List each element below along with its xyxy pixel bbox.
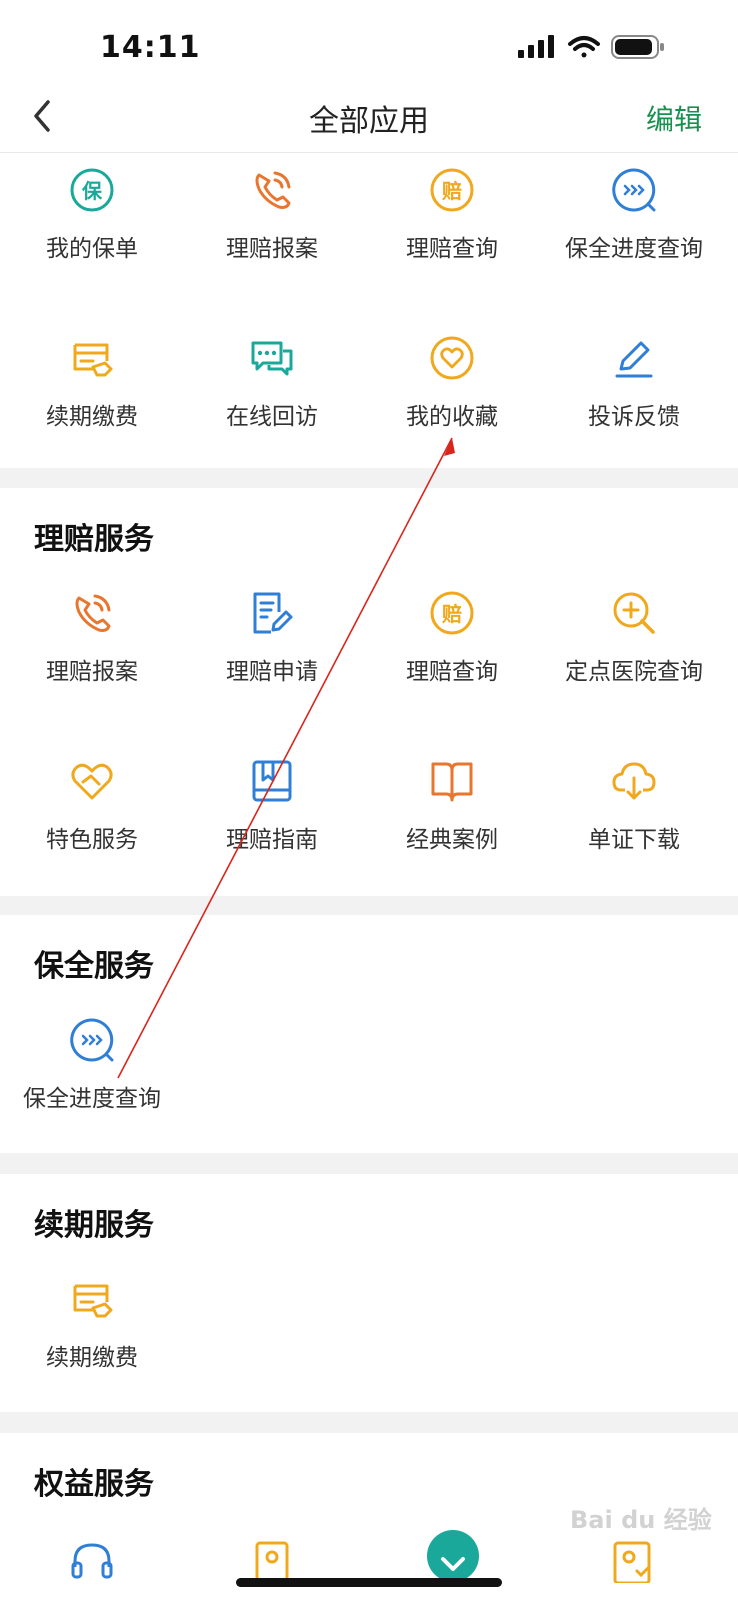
app-claim-query[interactable]: 赔 理赔查询 <box>360 590 544 740</box>
app-preservation-progress[interactable]: 保全进度查询 <box>542 167 726 317</box>
claims-service-section: 理赔服务 理赔报案 理赔申请 赔 理赔查询 定点医院查询 特色服务 理赔指南 经… <box>0 488 738 896</box>
chat-progress-icon <box>612 168 656 212</box>
app-label: 单证下载 <box>588 827 680 853</box>
svg-text:赔: 赔 <box>442 602 462 626</box>
battery-icon <box>611 35 664 59</box>
section-title: 续期服务 <box>34 1208 154 1243</box>
app-label: 续期缴费 <box>46 1345 138 1371</box>
app-classic-cases[interactable]: 经典案例 <box>360 758 544 896</box>
app-label: 理赔报案 <box>226 236 318 262</box>
app-label: 理赔报案 <box>46 659 138 685</box>
guide-book-icon <box>252 760 292 802</box>
download-badge-icon[interactable] <box>426 1529 480 1583</box>
app-document-download[interactable]: 单证下载 <box>542 758 726 896</box>
app-label: 理赔申请 <box>226 659 318 685</box>
app-my-policy[interactable]: 保 我的保单 <box>0 167 184 317</box>
heart-icon <box>430 336 474 380</box>
open-book-icon <box>431 762 473 802</box>
app-label: 续期缴费 <box>46 404 138 430</box>
navigation-bar: 全部应用 编辑 <box>0 88 738 153</box>
app-label: 我的保单 <box>46 236 138 262</box>
status-bar: 14:11 <box>0 0 738 88</box>
app-label: 保全进度查询 <box>23 1086 161 1112</box>
chat-bubbles-icon <box>251 341 293 376</box>
phone-icon <box>75 594 111 632</box>
app-claim-report[interactable]: 理赔报案 <box>180 167 364 317</box>
svg-text:赔: 赔 <box>442 179 462 203</box>
app-renewal-payment[interactable]: 续期缴费 <box>0 1276 184 1412</box>
app-label: 在线回访 <box>226 404 318 430</box>
heart-hand-icon <box>71 763 113 800</box>
form-edit-icon <box>253 592 293 634</box>
baidu-watermark-logo: Bai du 经验 <box>570 1506 712 1534</box>
app-hospital-query[interactable]: 定点医院查询 <box>542 590 726 740</box>
person-check-icon[interactable] <box>609 1537 655 1583</box>
section-title: 保全服务 <box>34 949 154 984</box>
app-online-visit[interactable]: 在线回访 <box>180 335 364 468</box>
section-title: 理赔服务 <box>34 522 154 557</box>
app-claim-query[interactable]: 赔 理赔查询 <box>360 167 544 317</box>
app-label: 特色服务 <box>46 827 138 853</box>
renewal-service-section: 续期服务 续期缴费 <box>0 1174 738 1412</box>
signal-icon <box>518 35 554 58</box>
page-title: 全部应用 <box>309 104 429 139</box>
headset-icon[interactable] <box>69 1537 115 1583</box>
app-special-service[interactable]: 特色服务 <box>0 758 184 896</box>
section-title: 权益服务 <box>34 1467 154 1502</box>
status-icons <box>518 32 668 66</box>
app-label: 投诉反馈 <box>588 404 680 430</box>
phone-icon <box>255 171 291 209</box>
pencil-icon <box>615 341 653 378</box>
app-claim-guide[interactable]: 理赔指南 <box>180 758 364 896</box>
my-apps-section: 保 我的保单 理赔报案 赔 理赔查询 保全进度查询 续期缴费 在线回访 我的收藏… <box>0 153 738 468</box>
app-renewal-payment[interactable]: 续期缴费 <box>0 335 184 468</box>
search-plus-icon <box>613 592 655 634</box>
app-label: 保全进度查询 <box>565 236 703 262</box>
app-claim-apply[interactable]: 理赔申请 <box>180 590 364 740</box>
app-label: 理赔查询 <box>406 659 498 685</box>
status-time: 14:11 <box>100 30 201 65</box>
app-label: 我的收藏 <box>406 404 498 430</box>
chat-progress-icon <box>70 1018 114 1062</box>
app-label: 经典案例 <box>406 827 498 853</box>
member-card-icon[interactable] <box>249 1537 295 1583</box>
home-indicator[interactable] <box>236 1578 502 1587</box>
svg-text:保: 保 <box>81 179 103 203</box>
compensation-icon: 赔 <box>430 591 474 635</box>
cloud-download-icon <box>612 762 656 800</box>
payment-icon <box>73 1284 113 1318</box>
policy-icon: 保 <box>70 168 114 212</box>
app-label: 定点医院查询 <box>565 659 703 685</box>
app-label: 理赔指南 <box>226 827 318 853</box>
preservation-service-section: 保全服务 保全进度查询 <box>0 915 738 1153</box>
app-my-favorites[interactable]: 我的收藏 <box>360 335 544 468</box>
payment-icon <box>73 343 113 377</box>
app-label: 理赔查询 <box>406 236 498 262</box>
app-complaint-feedback[interactable]: 投诉反馈 <box>542 335 726 468</box>
edit-button[interactable]: 编辑 <box>646 98 702 138</box>
app-preservation-progress[interactable]: 保全进度查询 <box>0 1017 184 1153</box>
app-claim-report[interactable]: 理赔报案 <box>0 590 184 740</box>
compensation-icon: 赔 <box>430 168 474 212</box>
wifi-icon <box>568 36 600 58</box>
